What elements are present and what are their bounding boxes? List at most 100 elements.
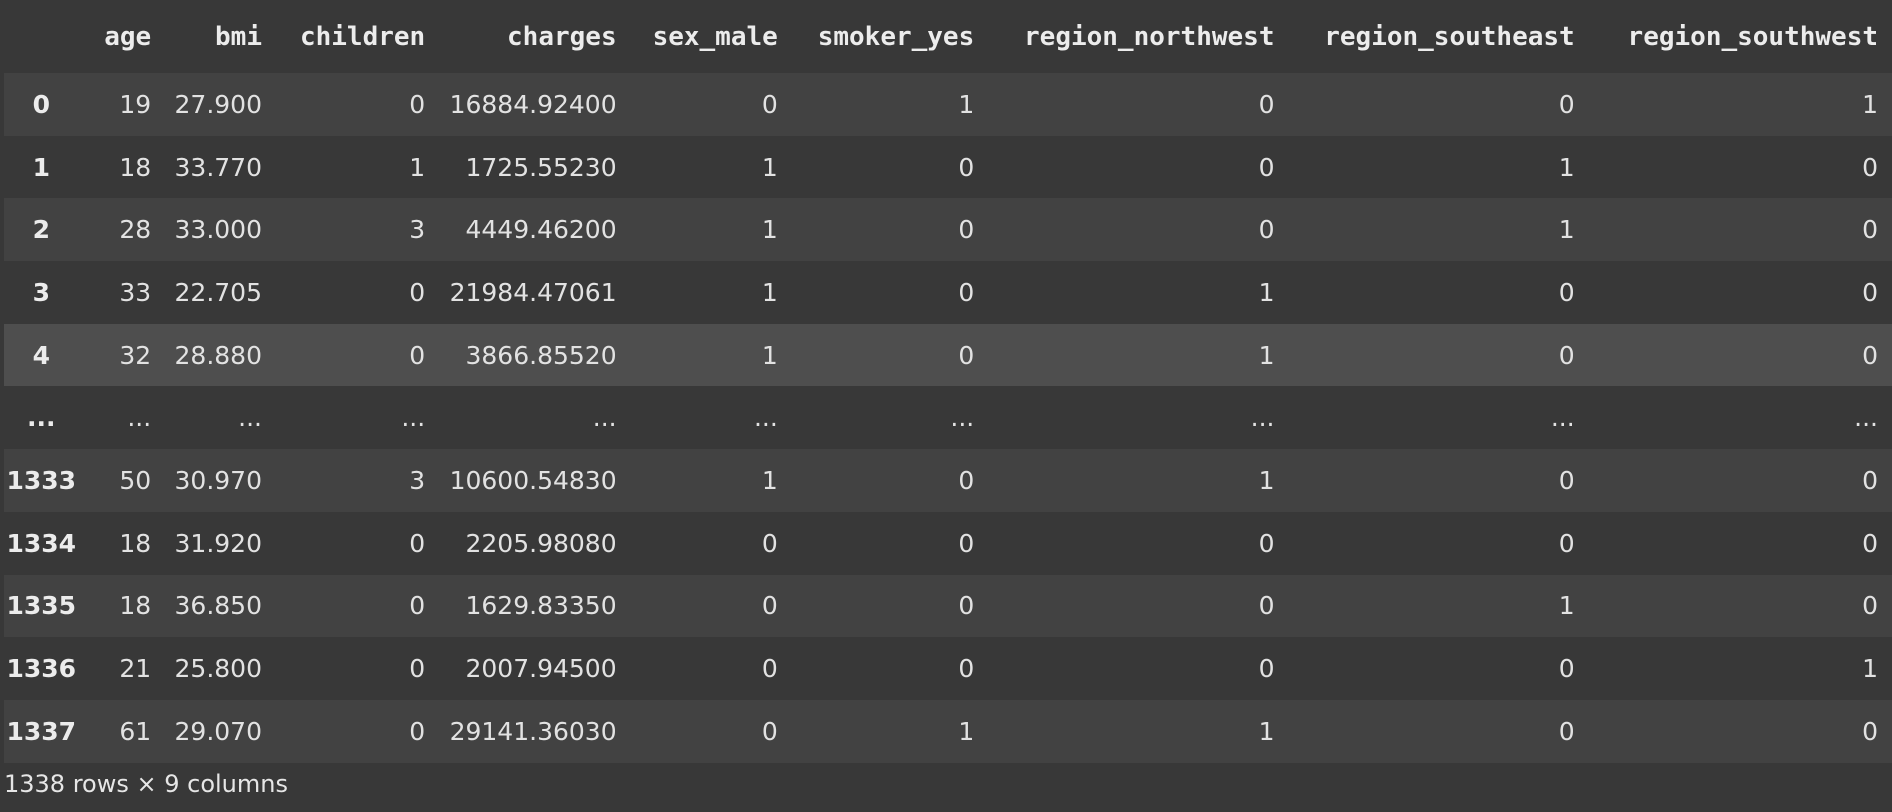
cell-region-southeast: 0 xyxy=(1558,465,1575,495)
table-row: 1334 18 31.920 0 2205.98080 0 0 0 0 0 xyxy=(4,511,1892,575)
cell-smoker-yes: 0 xyxy=(958,591,975,621)
cell-sex-male: 0 xyxy=(761,89,778,119)
cell-region-southeast: 0 xyxy=(1558,89,1575,119)
header-row: age bmi children charges sex_male smoker… xyxy=(4,0,1892,73)
cell-sex-male: 1 xyxy=(761,465,778,495)
cell-region-southeast: 1 xyxy=(1558,591,1575,621)
cell-smoker-yes: 0 xyxy=(958,277,975,307)
row-index: 1333 xyxy=(6,465,77,495)
cell-sex-male: 1 xyxy=(761,152,778,182)
cell-bmi: 36.850 xyxy=(174,591,262,621)
cell-sex-male: 1 xyxy=(761,215,778,245)
cell-region-northwest: 0 xyxy=(1258,89,1275,119)
cell-sex-male: 1 xyxy=(761,340,778,370)
table-shape-summary: 1338 rows × 9 columns xyxy=(4,770,288,798)
cell-bmi: 28.880 xyxy=(174,340,262,370)
cell-charges: 2007.94500 xyxy=(465,654,617,684)
index-header xyxy=(4,0,79,73)
cell-region-southeast: ... xyxy=(1550,403,1575,433)
cell-region-southeast: 0 xyxy=(1558,654,1575,684)
cell-region-southwest: 1 xyxy=(1862,89,1878,119)
cell-region-southeast: 0 xyxy=(1558,277,1575,307)
cell-age: 19 xyxy=(119,89,152,119)
table-row: 1333 50 30.970 3 10600.54830 1 0 1 0 0 xyxy=(4,449,1892,512)
cell-bmi: 22.705 xyxy=(174,277,262,307)
cell-region-southeast: 0 xyxy=(1558,340,1575,370)
cell-charges: ... xyxy=(592,403,617,433)
cell-children: 0 xyxy=(409,340,426,370)
cell-region-southwest: 0 xyxy=(1862,465,1878,495)
table-row: 1337 61 29.070 0 29141.36030 0 1 1 0 0 xyxy=(4,699,1892,763)
cell-region-northwest: 0 xyxy=(1258,654,1275,684)
cell-children: 3 xyxy=(409,465,426,495)
cell-smoker-yes: 0 xyxy=(958,528,975,558)
cell-smoker-yes: 0 xyxy=(958,340,975,370)
column-header-age: age xyxy=(78,0,166,73)
cell-region-northwest: 1 xyxy=(1258,465,1275,495)
table-row: 1335 18 36.850 0 1629.83350 0 0 0 1 0 xyxy=(4,574,1892,638)
cell-region-northwest: 1 xyxy=(1258,340,1275,370)
cell-children: 1 xyxy=(409,152,426,182)
cell-region-southeast: 0 xyxy=(1558,716,1575,746)
cell-sex-male: 0 xyxy=(761,716,778,746)
column-header-bmi: bmi xyxy=(165,0,276,73)
cell-smoker-yes: 0 xyxy=(958,465,975,495)
cell-children: 0 xyxy=(409,716,426,746)
cell-age: 33 xyxy=(119,277,152,307)
cell-children: 0 xyxy=(409,89,426,119)
cell-region-southwest: ... xyxy=(1854,403,1878,433)
cell-bmi: 31.920 xyxy=(174,528,262,558)
cell-bmi: 27.900 xyxy=(174,89,262,119)
row-index: 1337 xyxy=(6,716,77,746)
cell-age: 18 xyxy=(119,152,152,182)
column-header-region-northwest: region_northwest xyxy=(988,0,1289,73)
cell-charges: 21984.47061 xyxy=(449,277,617,307)
column-header-children: children xyxy=(276,0,440,73)
cell-age: 28 xyxy=(119,215,152,245)
cell-charges: 3866.85520 xyxy=(465,340,617,370)
table-row: 3 33 22.705 0 21984.47061 1 0 1 0 0 xyxy=(4,261,1892,324)
row-index: 1334 xyxy=(6,528,77,558)
column-header-sex-male: sex_male xyxy=(630,0,792,73)
row-index: 1 xyxy=(32,152,50,182)
cell-smoker-yes: 1 xyxy=(958,716,975,746)
cell-sex-male: 1 xyxy=(761,277,778,307)
row-index: 4 xyxy=(32,340,50,370)
cell-bmi: ... xyxy=(238,403,262,433)
cell-charges: 10600.54830 xyxy=(449,465,617,495)
column-header-charges: charges xyxy=(439,0,631,73)
cell-bmi: 33.770 xyxy=(174,152,262,182)
column-header-region-southwest: region_southwest xyxy=(1588,0,1892,73)
row-index: 1336 xyxy=(6,654,77,684)
cell-region-southwest: 0 xyxy=(1862,152,1878,182)
dataframe-output: age bmi children charges sex_male smoker… xyxy=(0,0,1892,812)
cell-sex-male: 0 xyxy=(761,654,778,684)
cell-charges: 4449.46200 xyxy=(465,215,617,245)
cell-smoker-yes: 0 xyxy=(958,654,975,684)
row-index: 1335 xyxy=(6,591,77,621)
cell-smoker-yes: 0 xyxy=(958,152,975,182)
cell-age: 32 xyxy=(119,340,152,370)
table-row: 2 28 33.000 3 4449.46200 1 0 0 1 0 xyxy=(4,198,1892,262)
cell-age: 18 xyxy=(119,591,152,621)
cell-region-southwest: 0 xyxy=(1862,716,1878,746)
cell-region-southwest: 1 xyxy=(1862,654,1878,684)
cell-region-northwest: 1 xyxy=(1258,277,1275,307)
cell-region-northwest: 0 xyxy=(1258,591,1275,621)
cell-bmi: 30.970 xyxy=(174,465,262,495)
cell-region-northwest: 0 xyxy=(1258,152,1275,182)
cell-age: 50 xyxy=(119,465,152,495)
cell-charges: 16884.92400 xyxy=(449,89,617,119)
table-row: 1336 21 25.800 0 2007.94500 0 0 0 0 1 xyxy=(4,637,1892,700)
cell-bmi: 25.800 xyxy=(174,654,262,684)
cell-sex-male: 0 xyxy=(761,591,778,621)
column-header-region-southeast: region_southeast xyxy=(1288,0,1589,73)
cell-region-southwest: 0 xyxy=(1862,528,1878,558)
cell-region-northwest: ... xyxy=(1250,403,1275,433)
dataframe-table: age bmi children charges sex_male smoker… xyxy=(4,0,1892,763)
cell-region-northwest: 1 xyxy=(1258,716,1275,746)
cell-age: 61 xyxy=(119,716,152,746)
cell-children: 0 xyxy=(409,654,426,684)
cell-region-southwest: 0 xyxy=(1862,215,1878,245)
cell-region-southeast: 1 xyxy=(1558,215,1575,245)
